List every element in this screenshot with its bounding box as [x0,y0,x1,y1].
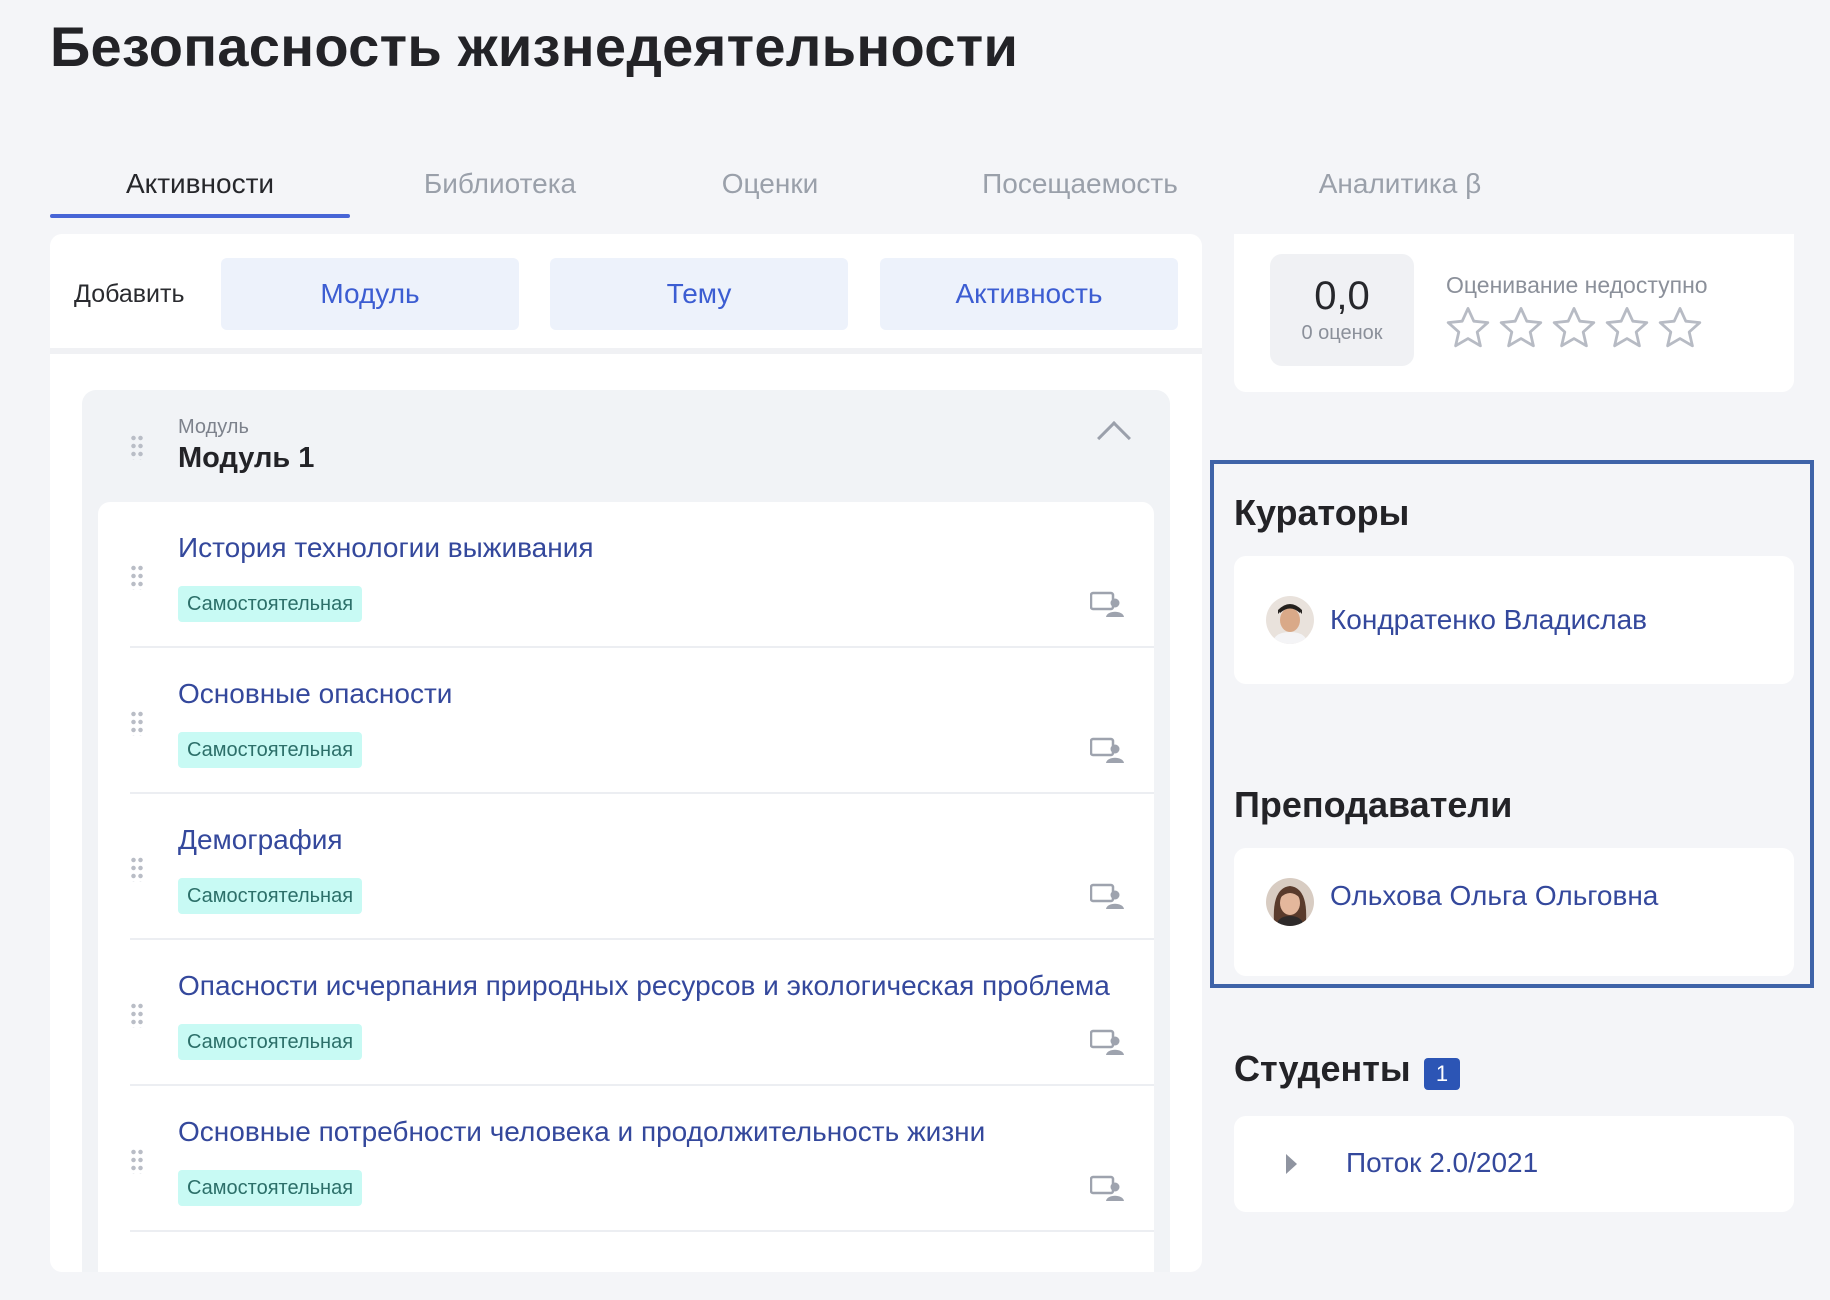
chevron-up-icon[interactable] [1097,421,1131,455]
teachers-title: Преподаватели [1234,784,1513,825]
star-empty-icon [1446,307,1490,348]
module-kicker: Модуль [178,416,249,438]
star-empty-icon [1499,307,1543,348]
rating-stars [1444,304,1724,354]
activities-panel: Добавить Модуль Тему Активность Модуль М… [50,234,1202,1272]
curator-name[interactable]: Кондратенко Владислав [1330,604,1647,636]
add-topic-button[interactable]: Тему [550,258,848,330]
self-study-icon [1090,883,1124,909]
tab-analytics[interactable]: Аналитика β [1280,150,1520,218]
stream-label[interactable]: Поток 2.0/2021 [1346,1147,1538,1179]
students-count-badge: 1 [1424,1058,1460,1090]
drag-handle-icon[interactable] [130,434,144,460]
activity-item[interactable]: Демография Самостоятельная [98,794,1154,940]
students-title: Студенты [1234,1048,1411,1089]
stream-item[interactable]: Поток 2.0/2021 [1234,1116,1794,1212]
curators-title: Кураторы [1234,492,1410,533]
tab-grades[interactable]: Оценки [670,150,870,218]
rating-card: 0,0 0 оценок Оценивание недоступно [1234,234,1794,392]
activity-item[interactable]: Основные опасности Самостоятельная [98,648,1154,794]
activity-title[interactable]: Основные потребности человека и продолжи… [178,1116,1118,1148]
add-activity-button[interactable]: Активность [880,258,1178,330]
drag-handle-icon[interactable] [130,856,144,882]
star-empty-icon [1552,307,1596,348]
activity-type-badge: Самостоятельная [178,1170,363,1206]
people-highlight-frame: Кураторы Кондратенко Владислав Преподава… [1210,460,1814,988]
activity-title[interactable]: Демография [178,824,1118,856]
tab-attendance[interactable]: Посещаемость [930,150,1230,218]
drag-handle-icon[interactable] [130,1002,144,1028]
add-toolbar: Добавить Модуль Тему Активность [50,234,1202,354]
curator-card[interactable]: Кондратенко Владислав [1234,556,1794,684]
teacher-card[interactable]: Ольхова Ольга Ольговна [1234,848,1794,976]
tab-bar: Активности Библиотека Оценки Посещаемост… [50,150,1710,218]
activity-title[interactable]: Опасности исчерпания природных ресурсов … [178,970,1118,1002]
activity-item[interactable]: Опасности исчерпания природных ресурсов … [98,940,1154,1086]
activity-title[interactable]: Основные опасности [178,678,1118,710]
activity-item[interactable]: История технологии выживания Самостоятел… [98,502,1154,648]
activity-type-badge: Самостоятельная [178,878,363,914]
self-study-icon [1090,1029,1124,1055]
drag-handle-icon[interactable] [130,710,144,736]
activity-type-badge: Самостоятельная [178,732,363,768]
activity-title[interactable]: История технологии выживания [178,532,1118,564]
activity-type-badge: Самостоятельная [178,1024,363,1060]
tab-library[interactable]: Библиотека [370,150,630,218]
star-empty-icon [1658,307,1702,348]
divider [130,1230,1154,1232]
teacher-name[interactable]: Ольхова Ольга Ольговна [1330,880,1658,912]
drag-handle-icon[interactable] [130,564,144,590]
score-box: 0,0 0 оценок [1270,254,1414,366]
page-title: Безопасность жизнедеятельности [50,15,1019,78]
drag-handle-icon[interactable] [130,1148,144,1174]
rating-count: 0 оценок [1301,322,1383,344]
self-study-icon [1090,1175,1124,1201]
activity-list: История технологии выживания Самостоятел… [98,502,1154,1272]
avatar [1266,878,1314,926]
add-label: Добавить [74,280,185,308]
module-title: Модуль 1 [178,442,315,474]
activity-item[interactable]: Основные потребности человека и продолжи… [98,1086,1154,1232]
rating-score: 0,0 [1314,274,1370,318]
activity-type-badge: Самостоятельная [178,586,363,622]
module-block: Модуль Модуль 1 История технологии выжив… [82,390,1170,1272]
rating-note: Оценивание недоступно [1446,272,1708,298]
caret-right-icon[interactable] [1286,1154,1297,1174]
self-study-icon [1090,591,1124,617]
avatar [1266,596,1314,644]
star-empty-icon [1605,307,1649,348]
self-study-icon [1090,737,1124,763]
add-module-button[interactable]: Модуль [221,258,519,330]
tab-activities[interactable]: Активности [50,150,350,218]
